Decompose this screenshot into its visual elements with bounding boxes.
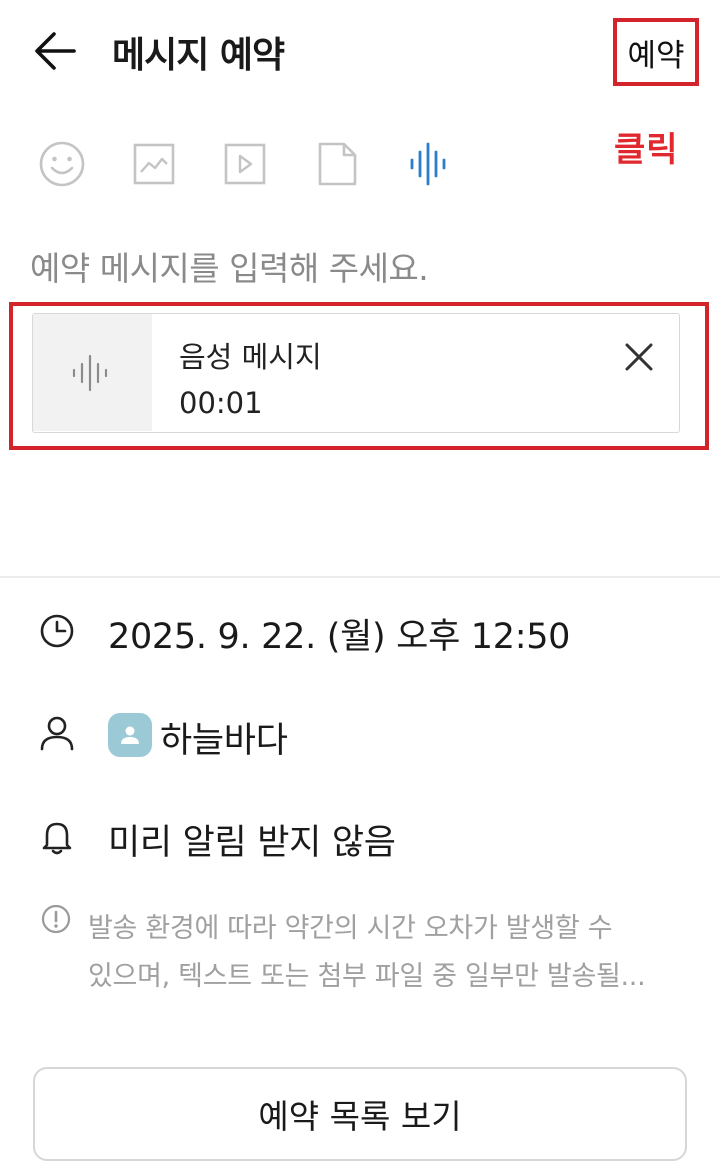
notice-line-2: 있으며, 텍스트 또는 첨부 파일 중 일부만 발송될... <box>88 961 646 992</box>
header: 메시지 예약 예약 <box>0 0 720 105</box>
attachment-duration: 00:01 <box>179 386 263 420</box>
voice-icon <box>410 142 446 186</box>
bell-icon <box>42 822 72 855</box>
reminder-setting: 미리 알림 받지 않음 <box>108 823 396 863</box>
voice-attachment-card[interactable]: 음성 메시지 00:01 <box>32 313 680 433</box>
back-button[interactable] <box>30 28 80 74</box>
remove-attachment-button[interactable] <box>621 339 657 375</box>
attachment-name: 음성 메시지 <box>179 340 322 374</box>
schedule-message-screen: 메시지 예약 예약 클릭 예약 메시지를 입력해 주세요. 음성 메시지 00:… <box>0 0 720 1165</box>
waveform-icon <box>72 354 108 392</box>
file-icon <box>318 142 357 186</box>
file-button[interactable] <box>314 136 366 192</box>
page-title: 메시지 예약 <box>112 35 285 76</box>
view-schedule-list-button[interactable]: 예약 목록 보기 <box>33 1067 687 1161</box>
emoji-button[interactable] <box>38 136 90 192</box>
message-input[interactable]: 예약 메시지를 입력해 주세요. <box>30 242 429 290</box>
person-icon <box>40 716 74 751</box>
section-divider <box>0 576 720 578</box>
voice-button[interactable] <box>404 136 456 192</box>
video-icon <box>224 143 266 185</box>
clock-icon <box>40 614 74 648</box>
reserve-button[interactable]: 예약 <box>613 18 699 86</box>
attachment-toolbar <box>0 136 600 196</box>
emoji-icon <box>39 141 85 187</box>
avatar-person-icon <box>121 726 139 744</box>
image-button[interactable] <box>130 136 182 192</box>
notice-line-1: 발송 환경에 따라 약간의 시간 오차가 발생할 수 <box>88 913 613 944</box>
image-icon <box>133 143 175 185</box>
info-icon <box>41 904 71 934</box>
back-arrow-icon <box>35 32 76 70</box>
video-button[interactable] <box>220 136 272 192</box>
recipient-name: 하늘바다 <box>160 721 288 761</box>
close-icon <box>625 343 653 371</box>
click-annotation: 클릭 <box>614 130 679 170</box>
schedule-datetime: 2025. 9. 22. (월) 오후 12:50 <box>108 617 571 657</box>
attachment-thumbnail <box>33 314 152 431</box>
notice-text: 발송 환경에 따라 약간의 시간 오차가 발생할 수 있으며, 텍스트 또는 첨… <box>88 905 688 1001</box>
avatar <box>108 713 152 757</box>
